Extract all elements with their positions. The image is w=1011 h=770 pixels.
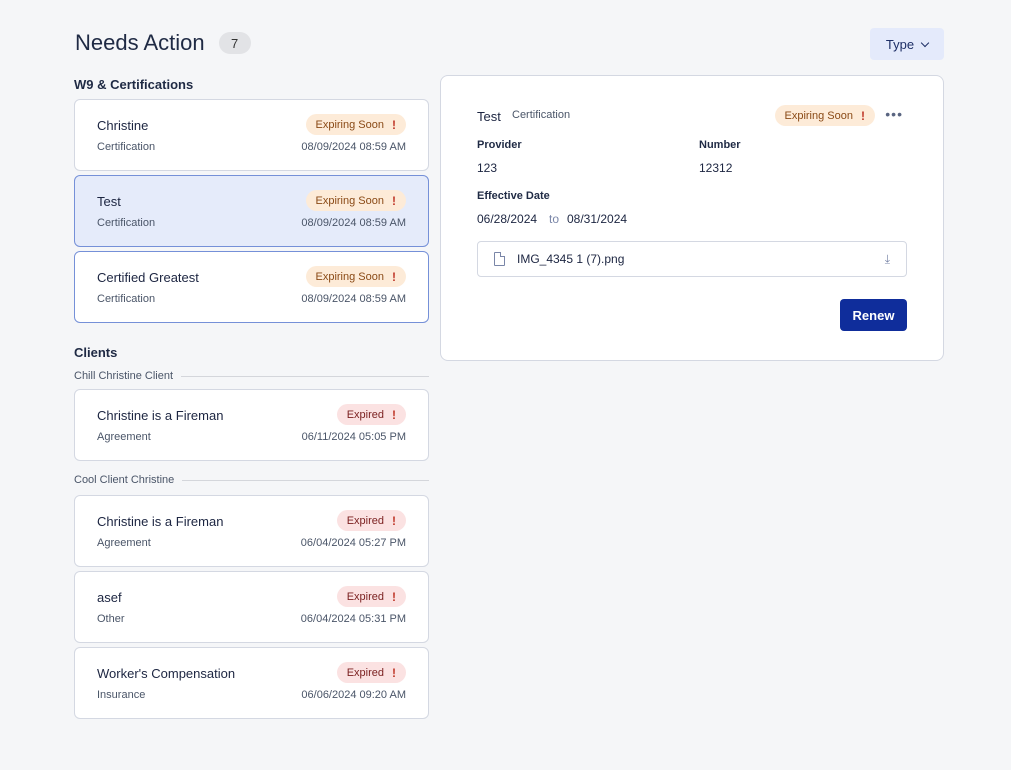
card-subtitle: Insurance bbox=[97, 689, 146, 701]
provider-value: 123 bbox=[477, 161, 498, 175]
divider bbox=[182, 479, 429, 481]
section-title-w9: W9 & Certifications bbox=[74, 77, 194, 92]
card-date: 08/09/2024 08:59 AM bbox=[301, 141, 406, 153]
status-badge: Expiring Soon! bbox=[305, 266, 406, 287]
alert-icon: ! bbox=[392, 665, 396, 680]
detail-type: Certification bbox=[512, 109, 571, 121]
detail-panel: Test Certification Expiring Soon! ••• Pr… bbox=[440, 75, 944, 361]
card-subtitle: Agreement bbox=[97, 431, 151, 443]
client-group-name: Cool Client Christine bbox=[74, 474, 175, 486]
detail-title: Test bbox=[477, 109, 501, 124]
alert-icon: ! bbox=[861, 108, 865, 123]
status-badge-label: Expiring Soon bbox=[315, 118, 385, 131]
attachment-row[interactable]: IMG_4345 1 (7).png ⤓ bbox=[477, 241, 907, 277]
file-icon bbox=[494, 252, 505, 266]
client-group-label: Cool Client Christine bbox=[74, 473, 429, 487]
page-header: Needs Action 7 bbox=[75, 30, 251, 56]
status-badge-label: Expired bbox=[346, 408, 384, 421]
effective-date-separator: to bbox=[549, 212, 560, 226]
card-date: 06/11/2024 05:05 PM bbox=[301, 431, 406, 443]
effective-date-from: 06/28/2024 bbox=[477, 212, 538, 226]
card-title: asef bbox=[97, 590, 122, 605]
status-badge: Expired! bbox=[336, 586, 406, 607]
card-date: 06/06/2024 09:20 AM bbox=[301, 689, 406, 701]
card-agreement[interactable]: Christine is a Fireman Expired! Agreemen… bbox=[74, 389, 429, 461]
count-badge: 7 bbox=[218, 32, 251, 54]
alert-icon: ! bbox=[392, 513, 396, 528]
status-badge-label: Expired bbox=[346, 590, 384, 603]
number-label: Number bbox=[699, 139, 741, 151]
chevron-down-icon bbox=[920, 38, 930, 47]
card-other[interactable]: asef Expired! Other 06/04/2024 05:31 PM bbox=[74, 571, 429, 643]
status-badge-label: Expiring Soon bbox=[315, 194, 385, 207]
status-badge: Expired! bbox=[336, 510, 406, 531]
card-insurance[interactable]: Worker's Compensation Expired! Insurance… bbox=[74, 647, 429, 719]
card-title: Worker's Compensation bbox=[97, 666, 236, 681]
alert-icon: ! bbox=[392, 269, 396, 284]
type-filter-label: Type bbox=[885, 36, 915, 52]
card-christine[interactable]: Christine Expiring Soon! Certification 0… bbox=[74, 99, 429, 171]
card-certified-greatest[interactable]: Certified Greatest Expiring Soon! Certif… bbox=[74, 251, 429, 323]
provider-label: Provider bbox=[477, 139, 522, 151]
effective-date-to: 08/31/2024 bbox=[567, 212, 628, 226]
status-badge: Expiring Soon! bbox=[305, 190, 406, 211]
alert-icon: ! bbox=[392, 193, 396, 208]
card-subtitle: Certification bbox=[97, 217, 156, 229]
card-subtitle: Agreement bbox=[97, 537, 151, 549]
number-value: 12312 bbox=[699, 161, 733, 175]
card-subtitle: Other bbox=[97, 613, 125, 625]
status-badge-label: Expired bbox=[346, 514, 384, 527]
status-badge: Expired! bbox=[336, 404, 406, 425]
alert-icon: ! bbox=[392, 117, 396, 132]
card-subtitle: Certification bbox=[97, 293, 156, 305]
status-badge-label: Expiring Soon bbox=[784, 109, 854, 122]
card-date: 08/09/2024 08:59 AM bbox=[301, 217, 406, 229]
download-icon[interactable]: ⤓ bbox=[885, 252, 890, 267]
client-group-label: Chill Christine Client bbox=[74, 369, 429, 383]
page-title: Needs Action bbox=[75, 30, 205, 55]
card-date: 08/09/2024 08:59 AM bbox=[301, 293, 406, 305]
status-badge-label: Expired bbox=[346, 666, 384, 679]
card-subtitle: Certification bbox=[97, 141, 156, 153]
alert-icon: ! bbox=[392, 589, 396, 604]
status-badge: Expiring Soon! bbox=[774, 105, 875, 126]
card-date: 06/04/2024 05:31 PM bbox=[300, 613, 406, 625]
section-title-clients: Clients bbox=[74, 345, 118, 360]
divider bbox=[181, 375, 429, 377]
needs-action-list: W9 & Certifications Christine Expiring S… bbox=[74, 75, 429, 719]
card-title: Test bbox=[97, 194, 121, 209]
effective-date-label: Effective Date bbox=[477, 190, 550, 202]
attachment-name: IMG_4345 1 (7).png bbox=[517, 252, 625, 266]
status-badge: Expiring Soon! bbox=[305, 114, 406, 135]
card-date: 06/04/2024 05:27 PM bbox=[300, 537, 406, 549]
card-test[interactable]: Test Expiring Soon! Certification 08/09/… bbox=[74, 175, 429, 247]
type-filter-button[interactable]: Type bbox=[870, 28, 944, 60]
status-badge: Expired! bbox=[336, 662, 406, 683]
card-agreement[interactable]: Christine is a Fireman Expired! Agreemen… bbox=[74, 495, 429, 567]
card-title: Christine bbox=[97, 118, 149, 133]
card-title: Certified Greatest bbox=[97, 270, 199, 285]
status-badge-label: Expiring Soon bbox=[315, 270, 385, 283]
card-title: Christine is a Fireman bbox=[97, 408, 224, 423]
card-title: Christine is a Fireman bbox=[97, 514, 224, 529]
client-group-name: Chill Christine Client bbox=[74, 370, 174, 382]
alert-icon: ! bbox=[392, 407, 396, 422]
more-horizontal-icon[interactable]: ••• bbox=[885, 106, 903, 122]
renew-button[interactable]: Renew bbox=[840, 299, 907, 331]
